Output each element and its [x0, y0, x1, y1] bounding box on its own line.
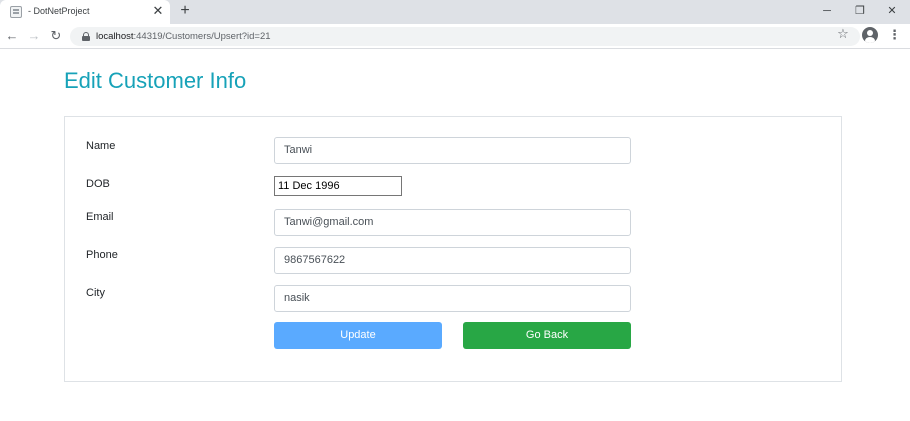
phone-field[interactable]: 9867567622	[274, 247, 631, 274]
go-back-button[interactable]: Go Back	[463, 322, 631, 349]
window-close-icon[interactable]: ✕	[883, 3, 901, 19]
menu-icon[interactable]: ⋮	[888, 27, 901, 43]
browser-tab[interactable]: - DotNetProject ✕	[0, 0, 170, 24]
city-field[interactable]: nasik	[274, 285, 631, 312]
new-tab-icon[interactable]: +	[177, 3, 193, 19]
minimize-icon[interactable]: ─	[818, 3, 836, 19]
name-label: Name	[86, 140, 116, 152]
browser-toolbar: ← → ↻ localhost:44319/Customers/Upsert?i…	[0, 24, 910, 49]
name-field[interactable]: Tanwi	[274, 137, 631, 164]
star-icon[interactable]: ☆	[836, 27, 850, 41]
page-title: Edit Customer Info	[64, 68, 247, 93]
lock-icon[interactable]	[82, 32, 90, 41]
back-arrow-icon[interactable]: ←	[4, 28, 20, 44]
reload-icon[interactable]: ↻	[48, 28, 64, 44]
update-button[interactable]: Update	[274, 322, 442, 349]
tab-title: - DotNetProject	[28, 6, 90, 16]
restore-icon[interactable]: ❐	[851, 3, 869, 19]
dob-label: DOB	[86, 178, 110, 190]
dob-field[interactable]: 11 Dec 1996	[274, 176, 402, 196]
tab-close-icon[interactable]: ✕	[152, 4, 164, 17]
email-field[interactable]: Tanwi@gmail.com	[274, 209, 631, 236]
tab-strip: - DotNetProject ✕ + ─ ❐ ✕	[0, 0, 910, 24]
city-label: City	[86, 287, 105, 299]
profile-icon[interactable]	[862, 27, 878, 43]
url-text: localhost:44319/Customers/Upsert?id=21	[96, 31, 271, 42]
email-label: Email	[86, 211, 114, 223]
address-bar[interactable]: localhost:44319/Customers/Upsert?id=21	[70, 27, 860, 46]
phone-label: Phone	[86, 249, 118, 261]
page-favicon-icon	[10, 6, 22, 18]
forward-arrow-icon[interactable]: →	[26, 28, 42, 44]
